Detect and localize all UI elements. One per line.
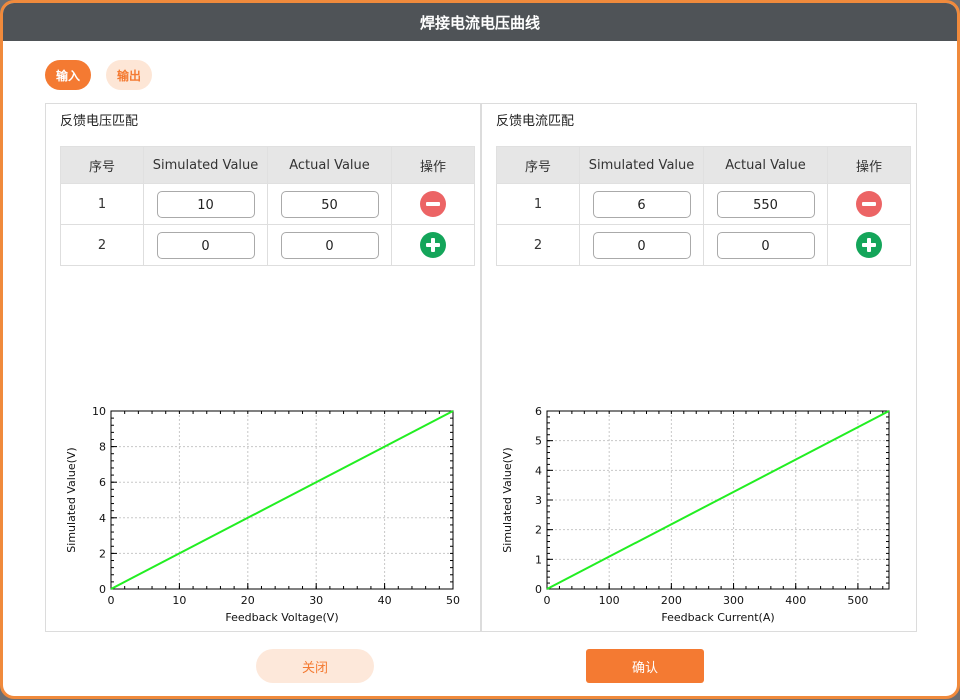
table-header-row: 序号 Simulated Value Actual Value 操作	[496, 146, 911, 184]
x-axis-label: Feedback Current(A)	[661, 611, 774, 624]
simulated-value-input[interactable]: 0	[156, 231, 255, 259]
y-tick-label: 5	[535, 435, 542, 448]
row-index: 1	[496, 183, 580, 225]
y-tick-label: 8	[99, 441, 106, 454]
y-tick-label: 3	[535, 494, 542, 507]
plus-circle-icon[interactable]	[420, 232, 446, 258]
row-index: 2	[496, 224, 580, 266]
column-header-index: 序号	[496, 146, 580, 184]
y-tick-label: 0	[99, 583, 106, 596]
x-tick-label: 100	[599, 594, 620, 607]
simulated-cell: 0	[143, 224, 268, 266]
y-tick-label: 6	[99, 476, 106, 489]
y-tick-label: 4	[535, 464, 542, 477]
x-tick-label: 20	[241, 594, 255, 607]
y-tick-label: 6	[535, 405, 542, 418]
column-header-actual: Actual Value	[703, 146, 828, 184]
y-tick-label: 1	[535, 553, 542, 566]
tab-input[interactable]: 输入	[45, 60, 91, 90]
x-tick-label: 0	[544, 594, 551, 607]
x-tick-label: 50	[446, 594, 460, 607]
confirm-button[interactable]: 确认	[586, 649, 704, 683]
y-tick-label: 2	[535, 524, 542, 537]
y-tick-label: 10	[92, 405, 106, 418]
action-cell	[827, 224, 911, 266]
actual-cell: 0	[703, 224, 828, 266]
column-header-index: 序号	[60, 146, 144, 184]
table-row: 1 10 50	[60, 183, 475, 225]
actual-cell: 0	[267, 224, 392, 266]
x-tick-label: 0	[108, 594, 115, 607]
column-header-action: 操作	[391, 146, 475, 184]
column-header-actual: Actual Value	[267, 146, 392, 184]
simulated-value-input[interactable]: 6	[592, 190, 691, 218]
action-cell	[827, 183, 911, 225]
action-cell	[391, 224, 475, 266]
actual-value-input[interactable]: 0	[716, 231, 815, 259]
current-panel-title: 反馈电流匹配	[496, 114, 575, 129]
close-button[interactable]: 关闭	[256, 649, 374, 683]
table-row: 2 0 0	[60, 224, 475, 266]
table-header-row: 序号 Simulated Value Actual Value 操作	[60, 146, 475, 184]
row-index: 1	[60, 183, 144, 225]
y-axis-label: Simulated Value(V)	[65, 447, 78, 552]
current-chart: 0 100 200 300 400 500 0 1 2 3 4 5 6 Feedback Current(…	[501, 405, 890, 624]
voltage-panel: 反馈电压匹配 序号 Simulated Value Actual Value 操…	[45, 103, 481, 632]
action-cell	[391, 183, 475, 225]
tab-output[interactable]: 输出	[106, 60, 152, 90]
welding-curve-dialog: 焊接电流电压曲线 输入 输出 反馈电压匹配 序号 Simulated Value…	[0, 0, 960, 699]
x-tick-label: 200	[661, 594, 682, 607]
voltage-chart: 0 10 20 30 40 50 0 2 4 6 8 10 Feedback Voltage(V) Sim…	[65, 405, 460, 624]
x-axis-label: Feedback Voltage(V)	[225, 611, 338, 624]
plus-circle-icon[interactable]	[856, 232, 882, 258]
x-tick-label: 40	[378, 594, 392, 607]
simulated-value-input[interactable]: 0	[592, 231, 691, 259]
simulated-value-input[interactable]: 10	[156, 190, 255, 218]
table-row: 1 6 550	[496, 183, 911, 225]
column-header-simulated: Simulated Value	[143, 146, 268, 184]
row-index: 2	[60, 224, 144, 266]
actual-value-input[interactable]: 550	[716, 190, 815, 218]
x-tick-label: 500	[847, 594, 868, 607]
actual-value-input[interactable]: 50	[280, 190, 379, 218]
y-tick-label: 4	[99, 512, 106, 525]
table-row: 2 0 0	[496, 224, 911, 266]
series-line	[110, 410, 454, 590]
series-line	[546, 410, 890, 590]
x-tick-label: 30	[309, 594, 323, 607]
actual-cell: 50	[267, 183, 392, 225]
simulated-cell: 6	[579, 183, 704, 225]
current-table: 序号 Simulated Value Actual Value 操作 1 6 5…	[496, 146, 911, 266]
current-panel: 反馈电流匹配 序号 Simulated Value Actual Value 操…	[481, 103, 917, 632]
y-tick-label: 0	[535, 583, 542, 596]
column-header-action: 操作	[827, 146, 911, 184]
x-tick-label: 10	[172, 594, 186, 607]
x-tick-label: 400	[785, 594, 806, 607]
actual-value-input[interactable]: 0	[280, 231, 379, 259]
y-tick-label: 2	[99, 547, 106, 560]
x-tick-label: 300	[723, 594, 744, 607]
voltage-panel-title: 反馈电压匹配	[60, 114, 139, 129]
y-axis-label: Simulated Value(V)	[501, 447, 514, 552]
column-header-simulated: Simulated Value	[579, 146, 704, 184]
actual-cell: 550	[703, 183, 828, 225]
simulated-cell: 0	[579, 224, 704, 266]
minus-circle-icon[interactable]	[420, 191, 446, 217]
minus-circle-icon[interactable]	[856, 191, 882, 217]
voltage-table: 序号 Simulated Value Actual Value 操作 1 10 …	[60, 146, 475, 266]
simulated-cell: 10	[143, 183, 268, 225]
dialog-title: 焊接电流电压曲线	[3, 3, 957, 41]
